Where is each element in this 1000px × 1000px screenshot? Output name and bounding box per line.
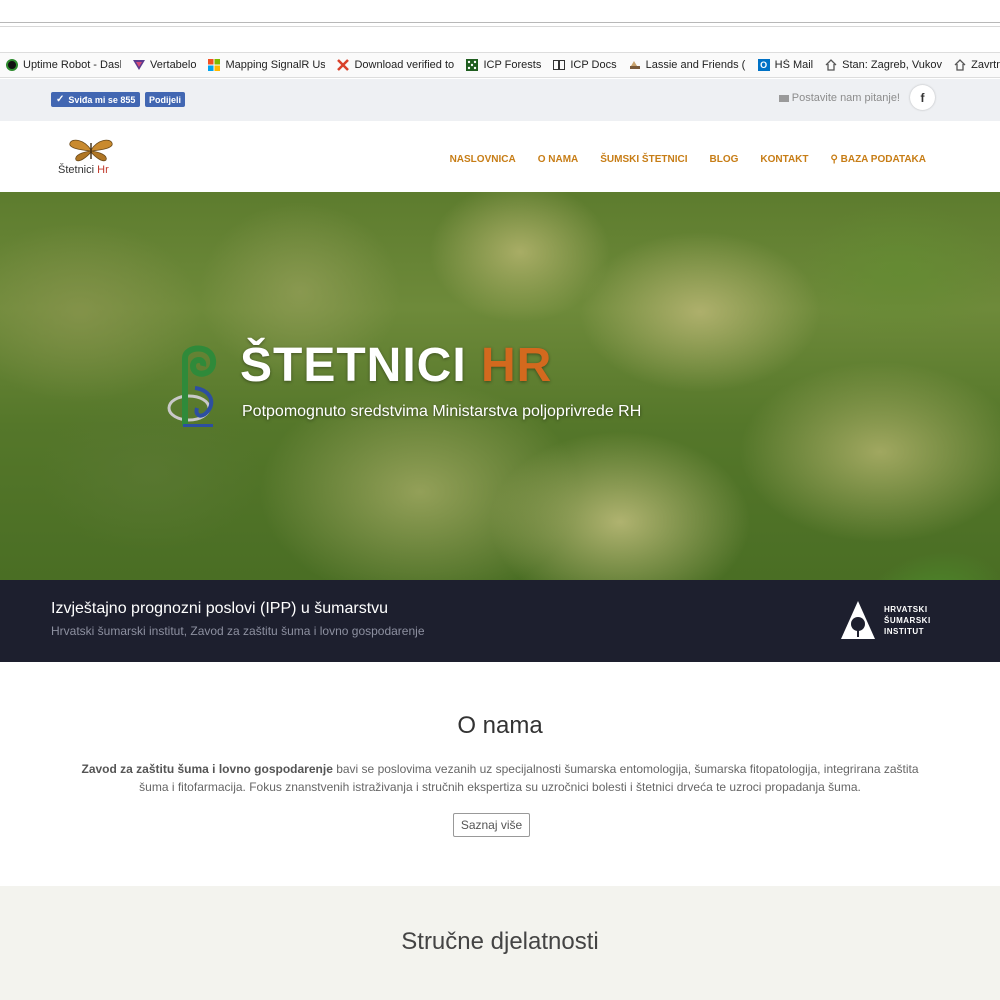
institute-logo[interactable]: HRVATSKI ŠUMARSKI INSTITUT (840, 600, 931, 640)
section-title: Stručne djelatnosti (401, 928, 599, 955)
learn-more-button[interactable]: Saznaj više (453, 813, 530, 837)
bookmarks-bar: Uptime Robot - Dashb Vertabelo Mapping S… (0, 52, 1000, 78)
band-title: Izvještajno prognozni poslovi (IPP) u šu… (51, 600, 389, 617)
bookmark-icp-docs[interactable]: ICP Docs (553, 59, 617, 71)
lassie-icon (629, 59, 641, 71)
nav-o-nama[interactable]: O NAMA (538, 154, 579, 165)
bookmark-uptime-robot[interactable]: Uptime Robot - Dashb (6, 59, 121, 71)
institute-name: HRVATSKI ŠUMARSKI INSTITUT (884, 604, 931, 636)
microsoft-icon (208, 59, 221, 71)
logo-text: Štetnici Hr (58, 164, 109, 176)
house-icon (825, 59, 837, 71)
nav-baza-podataka[interactable]: ⚲ BAZA PODATAKA (831, 154, 926, 165)
about-text-bold: Zavod za zaštitu šuma i lovno gospodaren… (81, 762, 333, 776)
info-band: Izvještajno prognozni poslovi (IPP) u šu… (0, 580, 1000, 662)
nav-naslovnica[interactable]: NASLOVNICA (450, 154, 516, 165)
hero-title: ŠTETNICI HR (240, 339, 553, 392)
house-icon (954, 59, 966, 71)
bookmark-zavrtnica[interactable]: Zavrtnica no (954, 59, 1000, 71)
about-description: Zavod za zaštitu šuma i lovno gospodaren… (70, 760, 930, 796)
nav-sumski-stetnici[interactable]: ŠUMSKI ŠTETNICI (600, 154, 687, 165)
outlook-icon: O (757, 59, 770, 71)
tree-triangle-icon (841, 601, 875, 639)
leaf-decoration (820, 522, 1000, 580)
band-subtitle: Hrvatski šumarski institut, Zavod za zaš… (51, 624, 425, 638)
uptime-robot-icon (6, 59, 18, 71)
section-title: O nama (457, 712, 543, 739)
vertabelo-icon (133, 59, 145, 71)
facebook-like-button[interactable]: ✓ Sviđa mi se 855 (51, 92, 141, 107)
butterfly-icon (69, 139, 113, 162)
bookmark-stan-zagreb[interactable]: Stan: Zagreb, Vukovar (825, 59, 942, 71)
hero-subtitle: Potpomognuto sredstvima Ministarstva pol… (242, 403, 642, 420)
main-nav: NASLOVNICA O NAMA ŠUMSKI ŠTETNICI BLOG K… (428, 154, 926, 165)
bookmark-vertabelo[interactable]: Vertabelo (133, 59, 196, 71)
bookmark-mapping-signalr[interactable]: Mapping SignalR Usei (208, 59, 325, 71)
book-icon (553, 59, 566, 71)
bookmark-lassie[interactable]: Lassie and Friends (Le (629, 59, 746, 71)
nav-kontakt[interactable]: KONTAKT (760, 154, 808, 165)
icp-forests-icon (466, 59, 479, 71)
bookmark-download-tor[interactable]: Download verified tor (337, 59, 454, 71)
nav-blog[interactable]: BLOG (709, 154, 738, 165)
services-section: Stručne djelatnosti (0, 886, 1000, 1000)
envelope-icon (778, 94, 789, 102)
facebook-share-button[interactable]: Podijeli (145, 92, 186, 107)
about-section: O nama Zavod za zaštitu šuma i lovno gos… (0, 662, 1000, 886)
key-icon: ⚲ (830, 154, 838, 165)
check-icon: ✓ (56, 94, 65, 105)
bookmark-icp-forests[interactable]: ICP Forests (466, 59, 541, 71)
browser-toolbar (0, 0, 1000, 52)
facebook-icon[interactable]: f (910, 85, 935, 110)
site-logo[interactable]: Štetnici Hr (56, 137, 126, 181)
ask-question-link[interactable]: Postavite nam pitanje! (778, 92, 900, 104)
x-icon (337, 59, 350, 71)
divider (0, 22, 1000, 23)
site-header: Štetnici Hr NASLOVNICA O NAMA ŠUMSKI ŠTE… (0, 121, 1000, 192)
divider (0, 26, 1000, 27)
social-topbar: ✓ Sviđa mi se 855 Podijeli Postavite nam… (0, 79, 1000, 121)
bookmark-hs-mail[interactable]: O HŠ Mail (757, 59, 813, 71)
emblem-icon (167, 345, 217, 427)
